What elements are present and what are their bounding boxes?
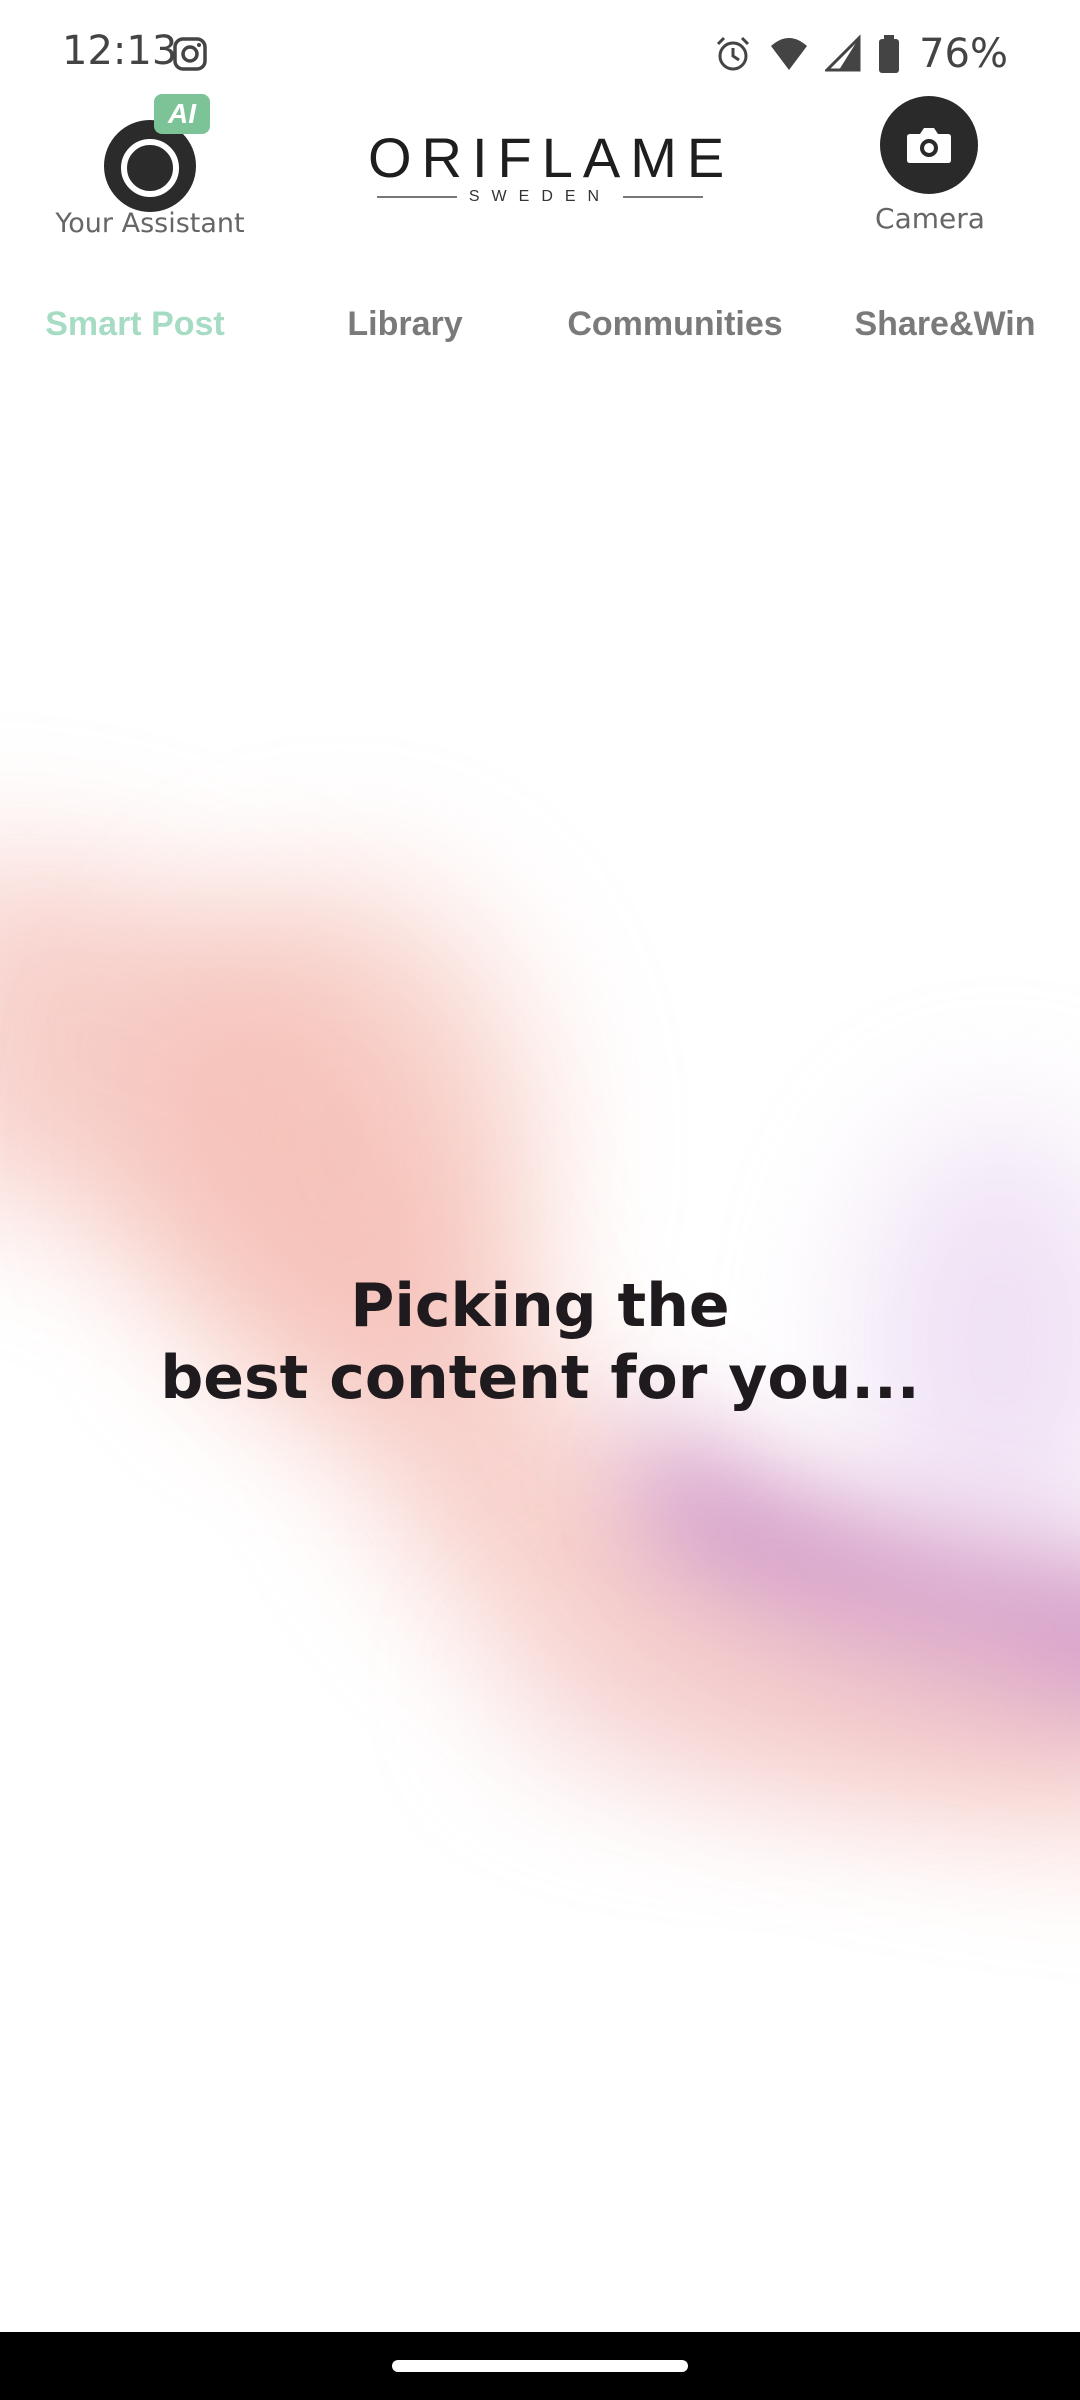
ai-badge: AI bbox=[154, 94, 210, 134]
camera-icon-circle bbox=[880, 96, 978, 194]
system-nav-bar bbox=[0, 2332, 1080, 2400]
status-icons: 76% bbox=[713, 30, 1008, 78]
tab-communities[interactable]: Communities bbox=[540, 292, 810, 356]
battery-icon bbox=[879, 35, 900, 73]
brand-divider-left bbox=[376, 196, 457, 198]
your-assistant-button[interactable]: AI Your Assistant bbox=[40, 90, 260, 250]
status-time: 12:13 bbox=[62, 28, 178, 74]
brand-subtitle: SWEDEN bbox=[468, 188, 612, 205]
signal-icon bbox=[825, 34, 861, 72]
wifi-icon bbox=[771, 38, 808, 70]
brand-divider-right bbox=[623, 196, 704, 198]
tab-library[interactable]: Library bbox=[270, 292, 540, 356]
brand-subtitle-row: SWEDEN bbox=[360, 188, 720, 206]
battery-percent: 76% bbox=[919, 31, 1008, 77]
alarm-icon bbox=[717, 36, 750, 71]
assistant-label: Your Assistant bbox=[55, 208, 245, 239]
home-gesture-handle[interactable] bbox=[392, 2360, 688, 2372]
camera-label: Camera bbox=[875, 202, 985, 235]
tab-bar: Smart Post Library Communities Share&Win bbox=[0, 292, 1080, 356]
instagram-icon bbox=[173, 37, 207, 71]
brand-name: ORIFLAME bbox=[368, 126, 735, 189]
loading-message: Picking the best content for you... bbox=[0, 1270, 1080, 1414]
brand-logo: ORIFLAME SWEDEN bbox=[360, 126, 735, 206]
tab-smart-post[interactable]: Smart Post bbox=[0, 292, 270, 356]
status-bar: 12:13 76% bbox=[0, 0, 1080, 100]
tab-share-win[interactable]: Share&Win bbox=[810, 292, 1080, 356]
screen: 12:13 76% AI Your Assistant ORIFLAME SWE… bbox=[0, 0, 1080, 2400]
loading-line-1: Picking the bbox=[350, 1271, 730, 1341]
camera-icon bbox=[907, 128, 951, 163]
camera-button[interactable]: Camera bbox=[850, 90, 1010, 250]
loading-line-2: best content for you... bbox=[160, 1343, 920, 1413]
